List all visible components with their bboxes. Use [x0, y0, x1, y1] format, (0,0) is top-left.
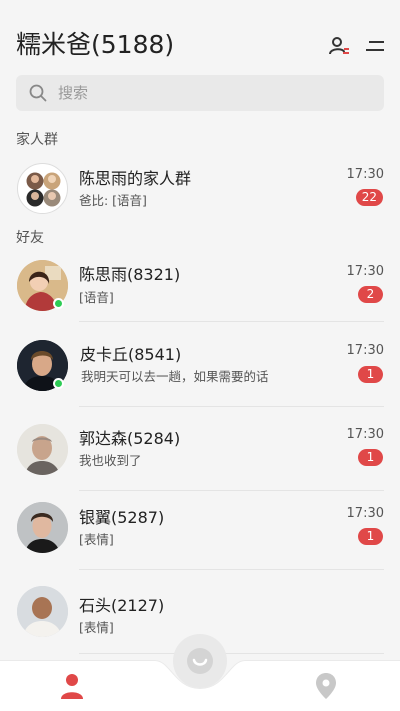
online-indicator [53, 298, 64, 309]
unread-badge: 22 [355, 189, 383, 206]
friend-time: 17:30 [346, 264, 384, 279]
app-header: 糯米爸(5188) [0, 0, 400, 72]
section-label-friends: 好友 [16, 230, 44, 246]
friend-last-message: 我明天可以去一趟，如果需要的话 [81, 369, 269, 384]
row-divider [79, 406, 384, 407]
friend-item[interactable]: 皮卡丘(8541) 我明天可以去一趟，如果需要的话 17:30 1 [0, 338, 400, 407]
unread-badge: 1 [358, 449, 383, 466]
friend-time: 17:30 [346, 343, 384, 358]
row-divider [79, 569, 384, 570]
group-name: 陈思雨的家人群 [79, 169, 192, 188]
user-settings-icon[interactable] [327, 34, 351, 58]
friend-last-message: [表情] [79, 620, 114, 635]
friend-last-message: [语音] [79, 290, 114, 305]
search-placeholder: 搜索 [58, 84, 89, 102]
search-bar[interactable]: 搜索 [16, 75, 384, 111]
row-divider [79, 490, 384, 491]
friend-name: 郭达森(5284) [79, 429, 181, 448]
friend-item[interactable]: 陈思雨(8321) [语音] 17:30 2 [0, 258, 400, 322]
online-indicator [53, 378, 64, 389]
friend-avatar [17, 586, 68, 637]
friend-name: 皮卡丘(8541) [80, 345, 182, 364]
friend-last-message: [表情] [79, 532, 114, 547]
chat-icon[interactable] [173, 634, 227, 688]
unread-badge: 1 [358, 366, 383, 383]
friend-item[interactable]: 郭达森(5284) 我也收到了 17:30 1 [0, 422, 400, 491]
friend-last-message: 我也收到了 [79, 453, 142, 468]
group-avatar [17, 163, 68, 214]
row-divider [79, 653, 384, 654]
unread-badge: 1 [358, 528, 383, 545]
friend-name: 石头(2127) [79, 596, 165, 615]
row-divider [79, 321, 384, 322]
contacts-icon[interactable] [60, 672, 84, 700]
bottom-tab-bar [0, 634, 400, 711]
group-time: 17:30 [346, 167, 384, 182]
friend-avatar [17, 424, 68, 475]
group-last-message: 爸比: [语音] [79, 193, 147, 208]
search-icon [28, 83, 48, 103]
friend-name: 陈思雨(8321) [79, 265, 181, 284]
friend-time: 17:30 [346, 427, 384, 442]
page-title: 糯米爸(5188) [16, 30, 175, 59]
location-icon[interactable] [315, 672, 337, 700]
friend-name: 银翼(5287) [79, 508, 165, 527]
friend-item[interactable]: 银翼(5287) [表情] 17:30 1 [0, 501, 400, 570]
friend-avatar [17, 502, 68, 553]
unread-badge: 2 [358, 286, 383, 303]
family-group-item[interactable]: 陈思雨的家人群 爸比: [语音] 17:30 22 [0, 160, 400, 220]
friend-time: 17:30 [346, 506, 384, 521]
section-label-family: 家人群 [16, 132, 58, 148]
menu-icon[interactable] [363, 34, 387, 58]
